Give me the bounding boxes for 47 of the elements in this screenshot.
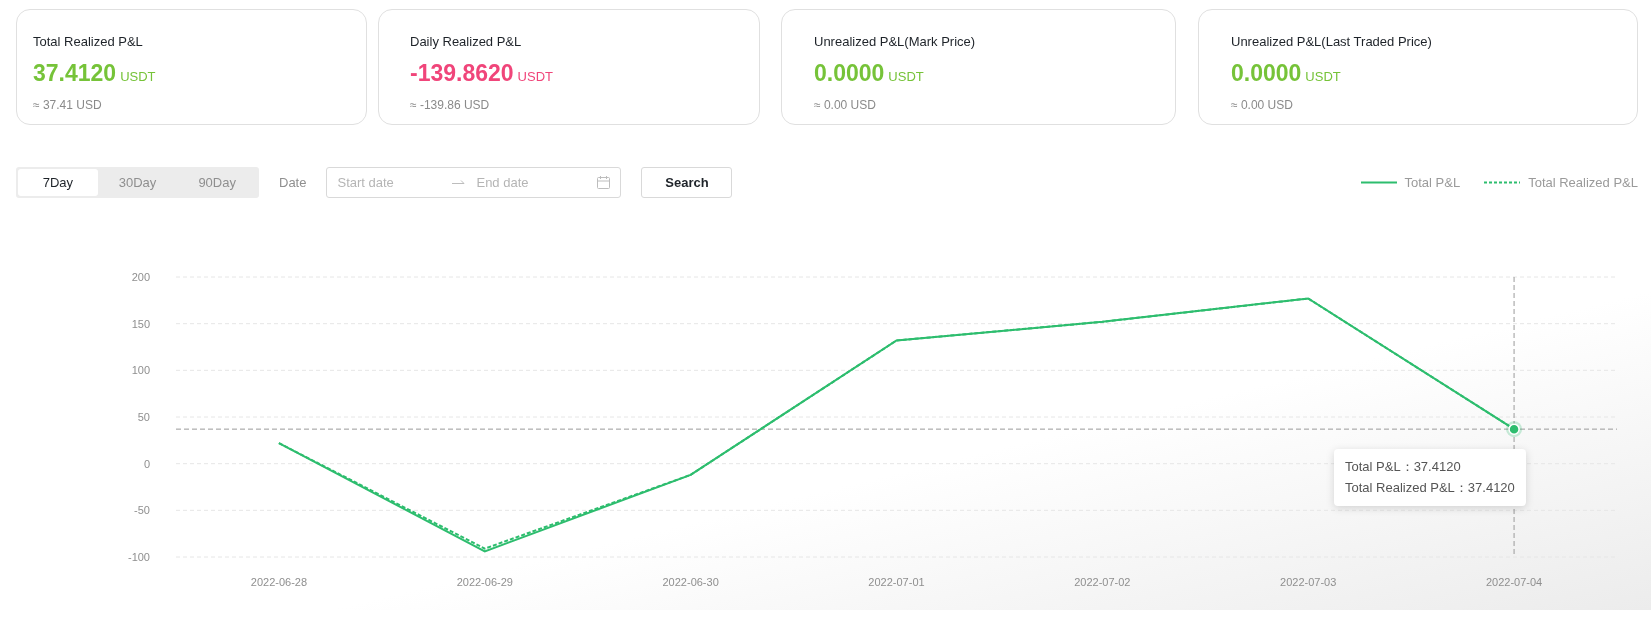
search-button[interactable]: Search — [641, 167, 733, 198]
legend-line-icon — [1484, 181, 1521, 184]
legend-label[interactable]: Total P&L — [1404, 172, 1461, 193]
calendar-icon — [597, 176, 611, 189]
card-title: Unrealized P&L(Mark Price) — [814, 34, 977, 50]
x-axis-label: 2022-06-28 — [250, 576, 308, 588]
card-title: Daily Realized P&L — [410, 34, 523, 50]
legend-line-icon — [1360, 181, 1397, 184]
pnl-value: 37.4120 — [33, 59, 117, 87]
arrow-right-icon — [452, 178, 467, 187]
tooltip-line: Total Realized P&L：37.4120 — [1345, 479, 1515, 497]
period-tab[interactable]: 90Day — [177, 169, 257, 196]
y-axis-label: 50 — [137, 411, 150, 423]
date-label: Date — [279, 173, 307, 192]
x-axis-label: 2022-07-04 — [1485, 576, 1543, 588]
currency-unit: USDT — [1305, 68, 1341, 86]
y-axis-label: 0 — [143, 457, 150, 470]
pnl-value: -139.8620 — [410, 59, 514, 87]
pnl-value: 0.0000 — [1231, 59, 1302, 87]
legend-label[interactable]: Total Realized P&L — [1528, 172, 1638, 193]
period-tab[interactable]: 30Day — [97, 169, 178, 196]
card-title: Total Realized P&L — [33, 34, 144, 50]
x-axis-label: 2022-07-01 — [868, 576, 925, 588]
y-axis-label: 150 — [131, 317, 150, 330]
usd-estimate: ≈ 0.00 USD — [1231, 97, 1294, 114]
tooltip-line: Total P&L：37.4120 — [1345, 458, 1462, 476]
currency-unit: USDT — [120, 68, 156, 86]
x-axis-label: 2022-07-02 — [1074, 576, 1131, 588]
card-title: Unrealized P&L(Last Traded Price) — [1231, 34, 1433, 50]
y-axis-label: -100 — [127, 551, 150, 563]
currency-unit: USDT — [517, 68, 553, 86]
y-axis-label: 100 — [131, 364, 150, 377]
x-axis-label: 2022-07-03 — [1280, 576, 1337, 588]
period-tab[interactable]: 7Day — [18, 169, 98, 196]
x-axis-label: 2022-06-29 — [456, 576, 513, 588]
end-date-placeholder: End date — [476, 173, 530, 192]
hover-point-marker — [1506, 421, 1523, 438]
date-range-field[interactable]: Start date End date — [326, 167, 622, 198]
start-date-placeholder: Start date — [337, 173, 395, 192]
y-axis-label: -50 — [134, 504, 150, 517]
y-axis-label: 200 — [131, 271, 150, 283]
usd-estimate: ≈ 37.41 USD — [33, 97, 103, 114]
usd-estimate: ≈ -139.86 USD — [410, 97, 491, 114]
currency-unit: USDT — [888, 68, 924, 86]
x-axis-label: 2022-06-30 — [662, 576, 719, 588]
usd-estimate: ≈ 0.00 USD — [814, 97, 877, 114]
pnl-value: 0.0000 — [814, 59, 885, 87]
